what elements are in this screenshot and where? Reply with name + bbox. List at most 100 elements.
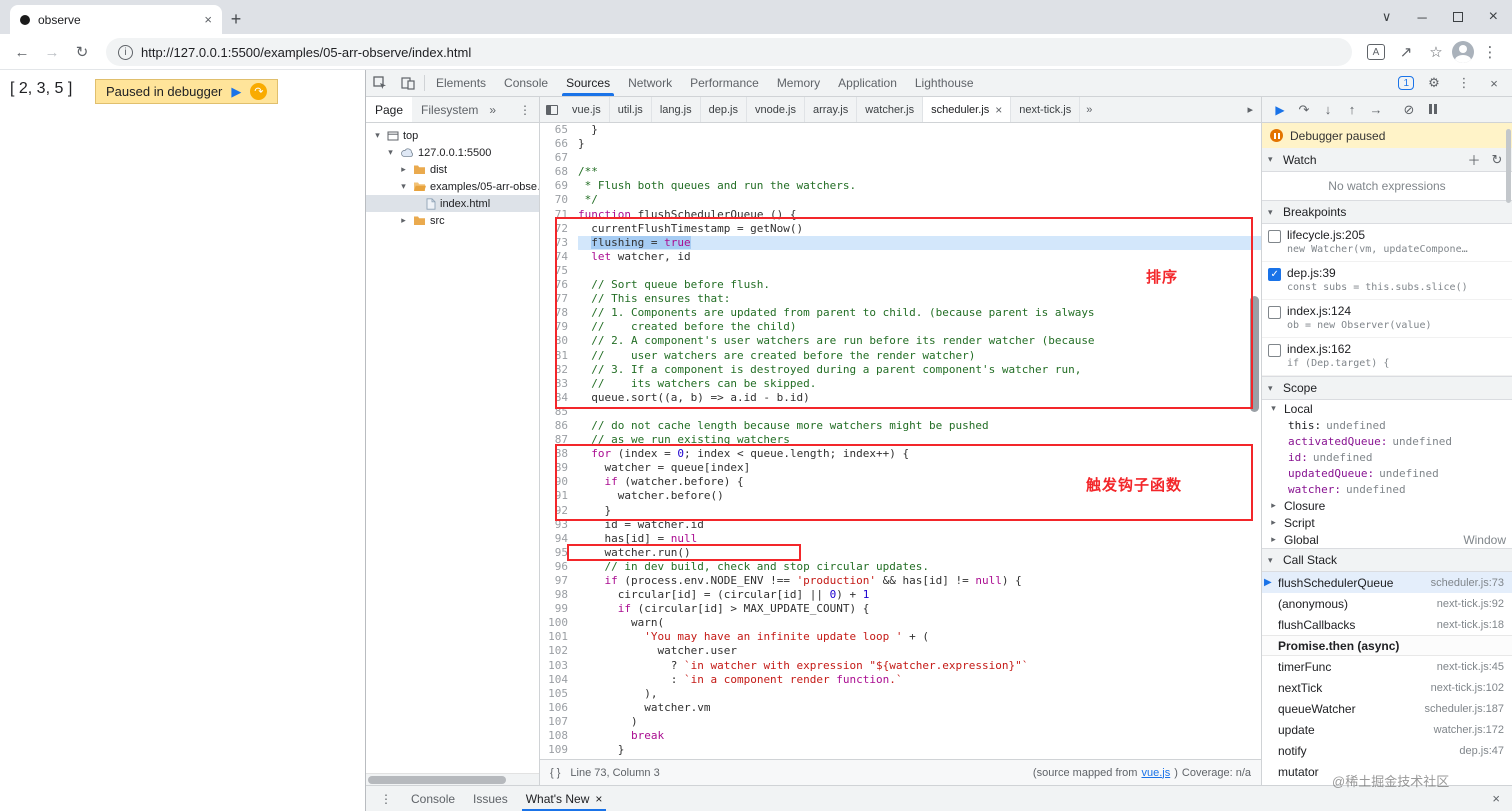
drawer-tab-what-s-new[interactable]: What's New × xyxy=(517,786,612,811)
chevron-down-icon[interactable]: ▾ xyxy=(1268,403,1279,414)
line-number[interactable]: 73 xyxy=(540,236,578,250)
chevron-right-icon[interactable]: ▸ xyxy=(1268,534,1279,545)
code-line[interactable]: 102 watcher.user xyxy=(540,644,1261,658)
code-line[interactable]: 84 queue.sort((a, b) => a.id - b.id) xyxy=(540,391,1261,405)
code-line[interactable]: 85 xyxy=(540,405,1261,419)
drawer-tab-close-icon[interactable]: × xyxy=(595,792,602,806)
line-number[interactable]: 84 xyxy=(540,391,578,405)
code-line[interactable]: 108 break xyxy=(540,729,1261,743)
line-number[interactable]: 74 xyxy=(540,250,578,264)
scrollbar-thumb[interactable] xyxy=(368,776,506,784)
back-icon[interactable]: ← xyxy=(8,38,36,66)
window-close-icon[interactable]: × xyxy=(1489,8,1498,26)
code-line[interactable]: 92 } xyxy=(540,504,1261,518)
line-number[interactable]: 102 xyxy=(540,644,578,658)
drawer-tab-console[interactable]: Console xyxy=(402,786,464,811)
code-line[interactable]: 76 // Sort queue before flush. xyxy=(540,278,1261,292)
step-over-icon[interactable]: ↷ xyxy=(250,83,268,100)
translate-icon[interactable]: A xyxy=(1362,38,1390,66)
format-code-button[interactable]: { } xyxy=(550,767,560,779)
step-into-icon[interactable]: ↓ xyxy=(1318,102,1338,117)
code-line[interactable]: 103 ? `in watcher with expression "${wat… xyxy=(540,659,1261,673)
scope-section-global[interactable]: ▸ Global Window xyxy=(1262,531,1512,548)
chevron-down-icon[interactable]: ▾ xyxy=(385,147,396,158)
breakpoints-section-header[interactable]: ▾ Breakpoints xyxy=(1262,200,1512,224)
line-number[interactable]: 78 xyxy=(540,306,578,320)
breakpoint-checkbox[interactable] xyxy=(1268,230,1281,243)
line-number[interactable]: 87 xyxy=(540,433,578,447)
call-stack-frame[interactable]: Promise.then (async) xyxy=(1262,635,1512,656)
frame-location[interactable]: next-tick.js:92 xyxy=(1437,598,1504,610)
add-watch-icon[interactable]: ＋ xyxy=(1465,150,1483,169)
frame-location[interactable]: scheduler.js:73 xyxy=(1431,577,1504,589)
scope-section-header[interactable]: ▾ Scope xyxy=(1262,376,1512,400)
code-line[interactable]: 107 ) xyxy=(540,715,1261,729)
resume-script-icon[interactable]: ▶ xyxy=(231,84,241,100)
code-line[interactable]: 77 // This ensures that: xyxy=(540,292,1261,306)
scope-section-script[interactable]: ▸ Script xyxy=(1262,514,1512,531)
devtools-close-icon[interactable]: × xyxy=(1480,76,1508,91)
more-tabs-icon[interactable]: » xyxy=(1080,97,1098,122)
url-bar[interactable]: i http://127.0.0.1:5500/examples/05-arr-… xyxy=(106,38,1352,66)
call-stack-frame[interactable]: update watcher.js:172 xyxy=(1262,719,1512,740)
code-line[interactable]: 81 // user watchers are created before t… xyxy=(540,349,1261,363)
tree-item-examples-05-arr-obse-[interactable]: ▾ examples/05-arr-obse… xyxy=(366,178,539,195)
file-tab-next-tick-js[interactable]: next-tick.js xyxy=(1011,97,1081,122)
sidebar-scrollbar-thumb[interactable] xyxy=(1506,129,1511,203)
scope-variable[interactable]: activatedQueue: undefined xyxy=(1262,433,1512,449)
code-line[interactable]: 69 * Flush both queues and run the watch… xyxy=(540,179,1261,193)
call-stack-section-header[interactable]: ▾ Call Stack xyxy=(1262,548,1512,572)
frame-location[interactable]: next-tick.js:18 xyxy=(1437,619,1504,631)
frame-location[interactable]: dep.js:47 xyxy=(1459,745,1504,757)
tree-item-index.html[interactable]: index.html xyxy=(366,195,539,212)
breakpoint-checkbox[interactable] xyxy=(1268,306,1281,319)
code-line[interactable]: 73 flushing = true xyxy=(540,235,1261,250)
code-line[interactable]: 98 circular[id] = (circular[id] || 0) + … xyxy=(540,588,1261,602)
file-tab-util-js[interactable]: util.js xyxy=(610,97,652,122)
line-number[interactable]: 85 xyxy=(540,405,578,419)
breakpoint-item[interactable]: lifecycle.js:205 new Watcher(vm, updateCo… xyxy=(1262,224,1512,262)
code-line[interactable]: 65 } xyxy=(540,123,1261,137)
code-line[interactable]: 91 watcher.before() xyxy=(540,489,1261,503)
line-number[interactable]: 96 xyxy=(540,560,578,574)
line-number[interactable]: 92 xyxy=(540,504,578,518)
resume-execution-icon[interactable]: ▶ xyxy=(1270,103,1290,117)
chevron-right-icon[interactable]: ▸ xyxy=(1268,517,1279,528)
line-number[interactable]: 93 xyxy=(540,518,578,532)
pause-on-exceptions-icon[interactable] xyxy=(1423,102,1443,117)
frame-location[interactable]: watcher.js:172 xyxy=(1434,724,1504,736)
tab-elements[interactable]: Elements xyxy=(427,70,495,96)
tab-memory[interactable]: Memory xyxy=(768,70,829,96)
scope-section-local[interactable]: ▾ Local xyxy=(1262,400,1512,417)
code-line[interactable]: 93 id = watcher.id xyxy=(540,518,1261,532)
line-number[interactable]: 83 xyxy=(540,377,578,391)
breakpoint-item[interactable]: dep.js:39 const subs = this.subs.slice() xyxy=(1262,262,1512,300)
window-maximize-icon[interactable] xyxy=(1452,12,1463,22)
code-line[interactable]: 109 } xyxy=(540,743,1261,757)
window-chevron-icon[interactable]: ∨ xyxy=(1382,9,1392,25)
line-number[interactable]: 90 xyxy=(540,475,578,489)
code-line[interactable]: 68/** xyxy=(540,165,1261,179)
navigator-menu-icon[interactable]: ⋮ xyxy=(511,103,539,117)
line-number[interactable]: 101 xyxy=(540,630,578,644)
code-line[interactable]: 88 for (index = 0; index < queue.length;… xyxy=(540,447,1261,461)
code-line[interactable]: 101 'You may have an infinite update loo… xyxy=(540,630,1261,644)
tree-item-127.0.0.1-5500[interactable]: ▾ 127.0.0.1:5500 xyxy=(366,144,539,161)
code-line[interactable]: 70 */ xyxy=(540,193,1261,207)
chevron-right-icon[interactable]: ▸ xyxy=(398,164,409,175)
line-number[interactable]: 80 xyxy=(540,334,578,348)
site-info-icon[interactable]: i xyxy=(118,44,133,60)
line-number[interactable]: 81 xyxy=(540,349,578,363)
devtools-menu-icon[interactable]: ⋮ xyxy=(1450,75,1478,91)
line-number[interactable]: 75 xyxy=(540,264,578,278)
file-tab-lang-js[interactable]: lang.js xyxy=(652,97,701,122)
line-number[interactable]: 109 xyxy=(540,743,578,757)
line-number[interactable]: 88 xyxy=(540,447,578,461)
line-number[interactable]: 72 xyxy=(540,222,578,236)
code-line[interactable]: 99 if (circular[id] > MAX_UPDATE_COUNT) … xyxy=(540,602,1261,616)
chevron-down-icon[interactable]: ▾ xyxy=(398,181,409,192)
breakpoint-item[interactable]: index.js:124 ob = new Observer(value) xyxy=(1262,300,1512,338)
code-line[interactable]: 106 watcher.vm xyxy=(540,701,1261,715)
code-editor[interactable]: 65 } 66} 67 68/** 69 * Flush both queues and… xyxy=(540,123,1261,759)
tab-performance[interactable]: Performance xyxy=(681,70,768,96)
